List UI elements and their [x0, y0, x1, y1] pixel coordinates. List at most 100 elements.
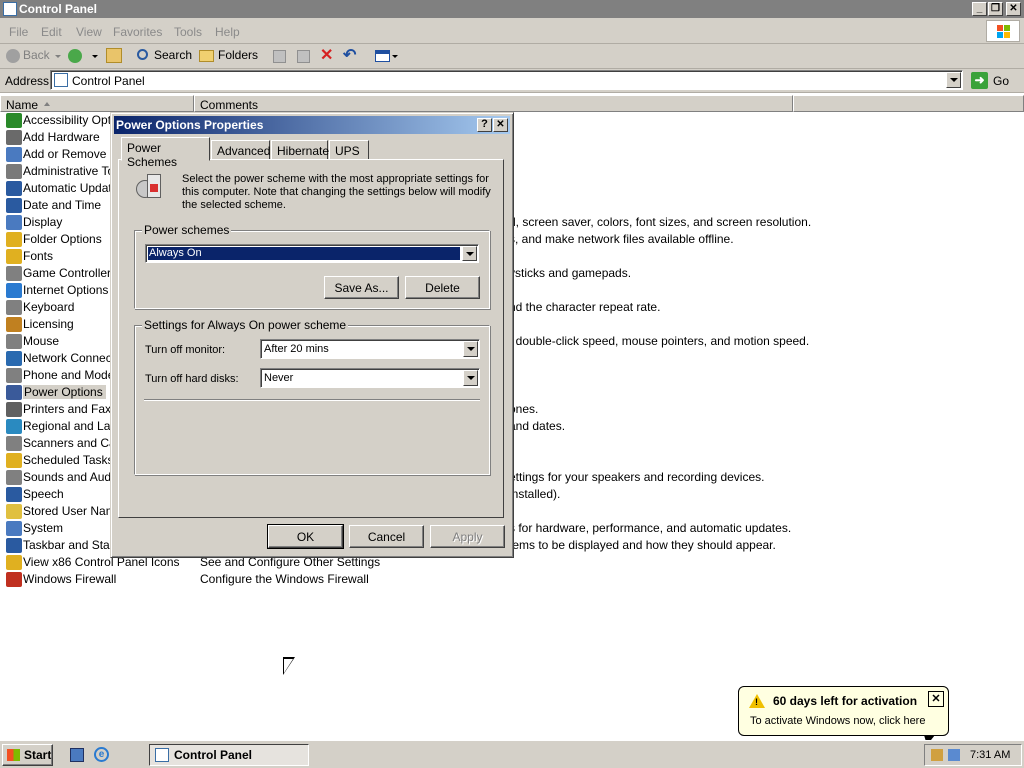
views-icon[interactable] — [375, 50, 390, 62]
list-item[interactable]: Administrative Tools — [6, 163, 116, 180]
folders-button[interactable]: Folders — [218, 48, 258, 62]
menu-file[interactable]: File — [9, 25, 28, 39]
forward-dropdown-icon[interactable] — [92, 55, 98, 58]
item-label: Automatic Updates — [23, 181, 116, 195]
monitor-dropdown-icon[interactable] — [463, 341, 478, 357]
activation-balloon[interactable]: ! 60 days left for activation ✕ To activ… — [738, 686, 949, 736]
delete-button[interactable]: Delete — [405, 276, 480, 299]
list-item[interactable]: Windows Firewall — [6, 571, 196, 588]
list-item[interactable]: Game Controllers — [6, 265, 116, 282]
tab-advanced[interactable]: Advanced — [211, 140, 270, 160]
menu-favorites[interactable]: Favorites — [113, 25, 162, 39]
item-icon — [6, 555, 22, 570]
list-item[interactable]: Accessibility Options — [6, 112, 116, 129]
copy-to-icon[interactable] — [297, 50, 310, 63]
tab-power-schemes[interactable]: Power Schemes — [121, 137, 210, 169]
list-item[interactable]: Fonts — [6, 248, 116, 265]
taskbar-control-panel-button[interactable]: Control Panel — [149, 744, 309, 766]
internet-explorer-icon[interactable]: e — [94, 747, 109, 762]
list-item[interactable]: Phone and Modem Options — [6, 367, 116, 384]
list-item[interactable]: Date and Time — [6, 197, 116, 214]
tab-hibernate[interactable]: Hibernate — [271, 140, 329, 160]
cancel-button[interactable]: Cancel — [349, 525, 424, 548]
list-item[interactable]: Automatic Updates — [6, 180, 116, 197]
tab-ups[interactable]: UPS — [329, 140, 369, 160]
window-titlebar[interactable]: Control Panel _ ❐ ✕ — [0, 0, 1024, 18]
search-button[interactable]: Search — [154, 48, 192, 62]
clock[interactable]: 7:31 AM — [970, 749, 1010, 761]
item-label: Internet Options — [23, 283, 109, 297]
list-item[interactable]: Scheduled Tasks — [6, 452, 116, 469]
list-item[interactable]: Speech — [6, 486, 116, 503]
list-item[interactable]: Stored User Names and Passwords — [6, 503, 116, 520]
balloon-body[interactable]: To activate Windows now, click here — [750, 715, 925, 727]
save-as-button[interactable]: Save As... — [324, 276, 399, 299]
comments-column-header[interactable]: Comments — [194, 95, 793, 112]
item-comment: Configure the Windows Firewall — [200, 572, 369, 586]
list-item[interactable]: Display — [6, 214, 116, 231]
item-comment: s for hardware, performance, and automat… — [509, 521, 792, 535]
list-item[interactable]: Internet Options — [6, 282, 116, 299]
views-dropdown-icon[interactable] — [392, 55, 398, 58]
list-item[interactable]: Network Connections — [6, 350, 116, 367]
undo-icon[interactable]: ↶ — [343, 45, 356, 65]
go-button[interactable]: Go — [993, 74, 1009, 88]
close-button[interactable]: ✕ — [1006, 2, 1021, 16]
address-dropdown-icon[interactable] — [946, 72, 961, 88]
tray-activation-icon[interactable] — [948, 749, 960, 761]
menu-help[interactable]: Help — [215, 25, 240, 39]
show-desktop-icon[interactable] — [70, 748, 84, 762]
list-item[interactable]: Keyboard — [6, 299, 116, 316]
list-item[interactable]: Scanners and Cameras — [6, 435, 116, 452]
minimize-button[interactable]: _ — [972, 2, 987, 16]
item-comment: ettings for your speakers and recording … — [509, 470, 765, 484]
item-label: Scheduled Tasks — [23, 453, 114, 467]
list-item[interactable]: Printers and Faxes — [6, 401, 116, 418]
dialog-close-button[interactable]: ✕ — [493, 118, 508, 132]
list-item[interactable]: Folder Options — [6, 231, 116, 248]
menu-tools[interactable]: Tools — [174, 25, 202, 39]
list-item[interactable]: Taskbar and Start Menu — [6, 537, 116, 554]
list-item[interactable]: System — [6, 520, 116, 537]
menu-edit[interactable]: Edit — [41, 25, 62, 39]
save-as-label: Save As... — [334, 281, 389, 295]
delete-icon[interactable]: ✕ — [320, 45, 333, 65]
dialog-titlebar[interactable]: Power Options Properties ? ✕ — [114, 116, 510, 134]
balloon-close-button[interactable]: ✕ — [928, 691, 944, 707]
forward-icon[interactable] — [68, 49, 82, 63]
disks-dropdown-icon[interactable] — [463, 370, 478, 386]
item-icon — [6, 334, 22, 349]
list-item[interactable]: Regional and Language Options — [6, 418, 116, 435]
go-arrow-icon[interactable]: ➜ — [971, 72, 988, 89]
apply-button[interactable]: Apply — [430, 525, 505, 548]
address-input[interactable]: Control Panel — [50, 70, 963, 90]
menu-view[interactable]: View — [76, 25, 102, 39]
up-folder-icon[interactable] — [106, 48, 122, 63]
ok-button[interactable]: OK — [267, 524, 344, 549]
item-icon — [6, 470, 22, 485]
list-item[interactable]: Sounds and Audio Devices — [6, 469, 116, 486]
item-label: Mouse — [23, 334, 60, 348]
list-item[interactable]: Add or Remove Programs — [6, 146, 116, 163]
start-button[interactable]: Start — [2, 744, 53, 766]
warning-mark-icon: ! — [755, 697, 758, 707]
monitor-select[interactable]: After 20 mins — [260, 339, 480, 359]
back-dropdown-icon[interactable] — [55, 55, 61, 58]
tray-network-icon[interactable] — [931, 749, 943, 761]
taskbar: Start e Control Panel 7:31 AM — [0, 740, 1024, 768]
move-to-icon[interactable] — [273, 50, 286, 63]
help-button[interactable]: ? — [477, 118, 492, 132]
list-item[interactable]: Licensing — [6, 316, 116, 333]
power-scheme-dropdown-icon[interactable] — [462, 246, 477, 261]
disks-label: Turn off hard disks: — [145, 373, 239, 385]
maximize-button[interactable]: ❐ — [988, 2, 1003, 16]
power-scheme-select[interactable]: Always On — [145, 244, 479, 263]
list-item[interactable]: Mouse — [6, 333, 116, 350]
name-column-header[interactable]: Name — [0, 95, 194, 112]
system-tray: 7:31 AM — [924, 744, 1022, 766]
disks-select[interactable]: Never — [260, 368, 480, 388]
list-item[interactable]: Power Options — [6, 384, 116, 401]
item-icon — [6, 113, 22, 128]
list-item[interactable]: Add Hardware — [6, 129, 116, 146]
back-button[interactable]: Back — [23, 48, 50, 62]
